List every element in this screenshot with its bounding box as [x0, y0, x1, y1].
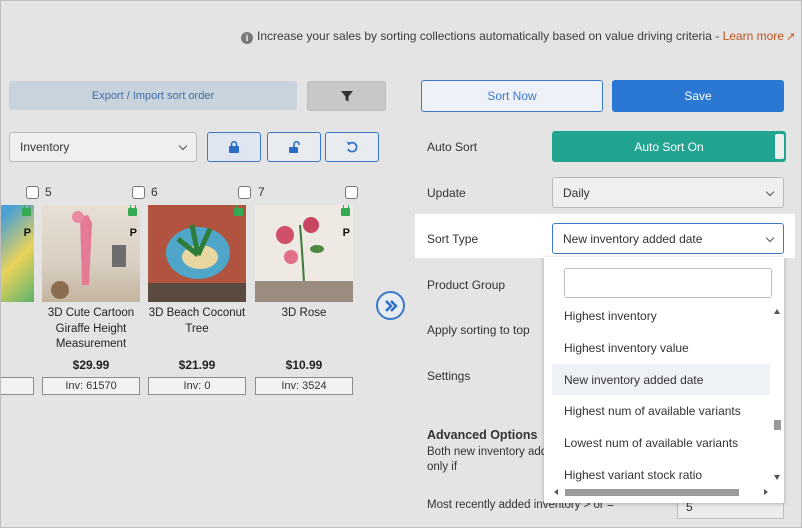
chevron-down-icon	[178, 141, 188, 151]
lock-icon	[229, 140, 239, 153]
toggle-knob	[775, 134, 784, 159]
collection-select[interactable]: Inventory	[9, 132, 197, 162]
scroll-thumb[interactable]	[565, 489, 739, 496]
advanced-options-desc: Both new inventory added only if	[427, 445, 545, 475]
learn-more-link[interactable]: Learn more	[723, 29, 784, 43]
product-price: $29.99	[72, 358, 110, 372]
update-select-value: Daily	[563, 185, 590, 200]
app-frame: i Increase your sales by sorting collecti…	[0, 0, 802, 528]
filter-icon	[340, 91, 353, 102]
info-banner: i Increase your sales by sorting collecti…	[241, 29, 795, 44]
product-checkbox[interactable]	[345, 186, 358, 199]
unlock-icon	[289, 140, 300, 153]
product-number: 5	[45, 185, 52, 199]
product-name: 3D Beach Coconut Tree	[148, 307, 246, 335]
scroll-thumb[interactable]	[774, 420, 781, 430]
auto-sort-toggle[interactable]: Auto Sort On	[552, 131, 786, 162]
product-group-label: Product Group	[427, 278, 506, 292]
dropdown-option[interactable]: Highest variant stock ratio	[552, 459, 770, 490]
save-button[interactable]: Save	[612, 80, 784, 112]
product-name: 3D Rose	[281, 307, 327, 319]
lock-icon	[234, 205, 243, 216]
filter-button[interactable]	[307, 81, 386, 111]
pinned-badge: P	[129, 227, 137, 239]
product-checkbox[interactable]	[238, 186, 251, 199]
chevron-down-icon	[765, 187, 775, 196]
lock-icon	[341, 205, 350, 216]
product-card[interactable]: 5 P 3D Cute Cartoon Giraffe Height Measu…	[42, 185, 148, 400]
product-card[interactable]: P the 0	[1, 185, 42, 400]
dropdown-vertical-scrollbar[interactable]	[773, 307, 782, 482]
scroll-left-icon[interactable]	[554, 489, 558, 495]
advanced-desc-line-2: only if	[427, 461, 458, 473]
undo-icon	[346, 141, 358, 153]
apply-top-label: Apply sorting to top	[427, 323, 530, 337]
lock-button[interactable]	[207, 132, 261, 162]
sort-type-select[interactable]: New inventory added date	[552, 223, 784, 254]
dropdown-option-selected[interactable]: New inventory added date	[552, 364, 770, 395]
next-page-button[interactable]	[376, 291, 405, 320]
dropdown-option[interactable]: Highest num of available variants	[552, 395, 770, 426]
lock-icon	[22, 205, 31, 216]
sort-type-dropdown: Highest inventory Highest inventory valu…	[544, 257, 784, 503]
scroll-up-icon[interactable]	[774, 309, 780, 314]
unlock-button[interactable]	[267, 132, 321, 162]
info-text: Increase your sales by sorting collectio…	[257, 29, 723, 43]
auto-sort-label: Auto Sort	[427, 140, 478, 154]
product-inventory: Inv: 0	[148, 377, 246, 395]
sort-now-button[interactable]: Sort Now	[421, 80, 603, 112]
dropdown-search-input[interactable]	[564, 268, 772, 298]
update-label: Update	[427, 186, 466, 200]
scroll-right-icon[interactable]	[764, 489, 768, 495]
product-image	[148, 205, 246, 302]
advanced-options-title: Advanced Options	[427, 428, 538, 442]
undo-button[interactable]	[325, 132, 379, 162]
update-select[interactable]: Daily	[552, 177, 784, 208]
product-image: P	[42, 205, 140, 302]
product-number: 6	[151, 185, 158, 199]
export-import-button[interactable]: Export / Import sort order	[9, 81, 297, 110]
product-inventory: Inv: 3524	[255, 377, 353, 395]
external-link-icon[interactable]: ↗	[786, 31, 795, 43]
product-price: $21.99	[178, 358, 216, 372]
settings-label: Settings	[427, 369, 471, 383]
chevron-down-icon	[765, 233, 775, 242]
auto-sort-toggle-text: Auto Sort On	[634, 139, 704, 154]
info-icon: i	[241, 32, 253, 44]
collection-select-value: Inventory	[20, 140, 70, 154]
sort-type-select-value: New inventory added date	[563, 231, 703, 246]
product-inventory: 0	[1, 377, 34, 395]
product-checkbox[interactable]	[26, 186, 39, 199]
product-price: $10.99	[285, 358, 323, 372]
product-checkbox[interactable]	[132, 186, 145, 199]
dropdown-option[interactable]: Lowest num of available variants	[552, 427, 770, 458]
product-inventory: Inv: 61570	[42, 377, 140, 395]
lock-icon	[128, 205, 137, 216]
scroll-down-icon[interactable]	[774, 475, 780, 480]
pinned-badge: P	[23, 227, 31, 239]
dropdown-option[interactable]: Highest inventory value	[552, 332, 770, 363]
product-card[interactable]: 6 3D Beach Coconut Tree $21.99 Inv: 0	[148, 185, 254, 400]
dropdown-horizontal-scrollbar[interactable]	[552, 488, 774, 497]
product-image: P	[255, 205, 353, 302]
advanced-desc-line-1: Both new inventory added	[427, 446, 545, 458]
product-image: P	[1, 205, 34, 302]
product-name: 3D Cute Cartoon Giraffe Height Measureme…	[47, 307, 135, 350]
dropdown-option[interactable]: Highest inventory	[552, 300, 770, 331]
pinned-badge: P	[342, 227, 350, 239]
product-number: 7	[258, 185, 265, 199]
product-card[interactable]: 7 P 3D Rose $10.99 Inv: 3524	[255, 185, 361, 400]
double-chevron-right-icon	[384, 299, 398, 312]
product-name: the	[1, 306, 34, 322]
sort-type-label: Sort Type	[427, 232, 479, 246]
